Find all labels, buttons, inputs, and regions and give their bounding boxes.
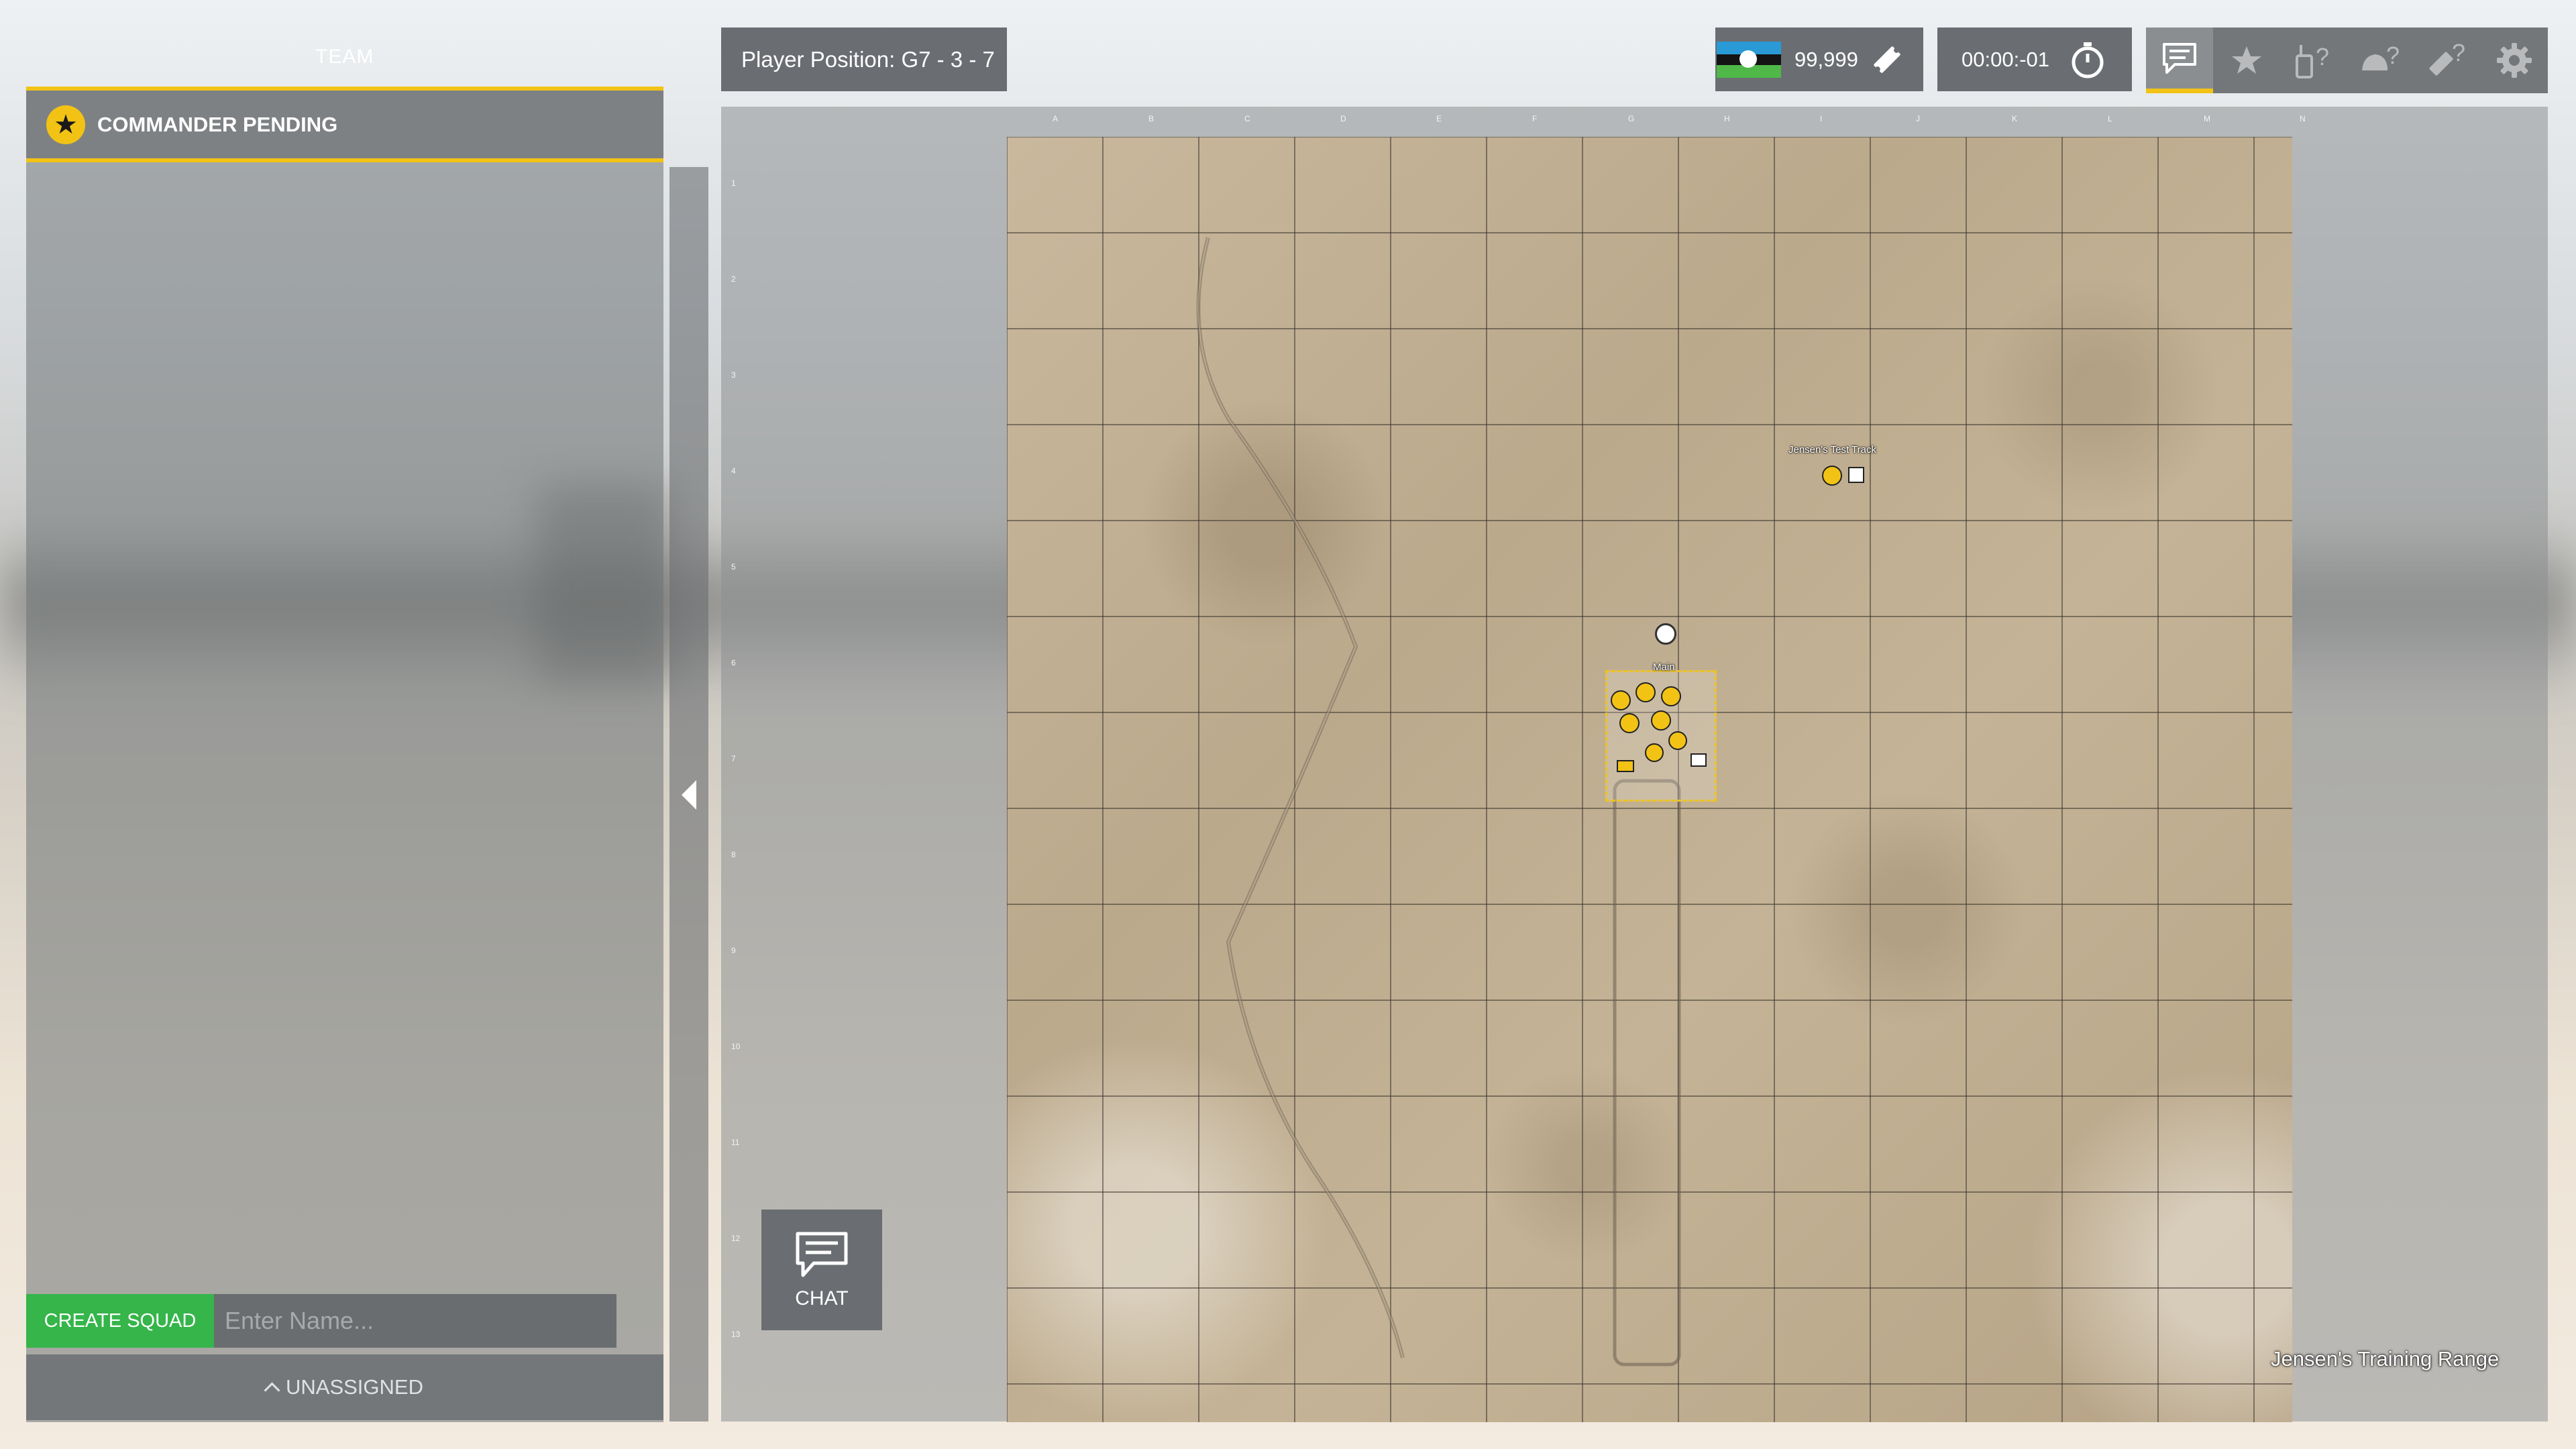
- favorites-tab[interactable]: [2213, 28, 2280, 93]
- map-row-label: 7: [731, 754, 736, 763]
- squad-name-input[interactable]: [214, 1294, 616, 1348]
- chat-icon: [796, 1232, 848, 1277]
- team-tab[interactable]: TEAM: [315, 46, 373, 68]
- timer-value: 00:00:-01: [1962, 47, 2049, 71]
- svg-text:?: ?: [2452, 41, 2465, 66]
- map-column-label: K: [2012, 114, 2018, 123]
- chat-tab[interactable]: [2146, 28, 2213, 93]
- map-row-label: 11: [731, 1138, 740, 1147]
- chat-label: CHAT: [795, 1287, 849, 1309]
- map-row-label: 5: [731, 562, 736, 572]
- map-column-label: H: [1724, 114, 1730, 123]
- map-column-label: L: [2108, 114, 2112, 123]
- create-squad-button[interactable]: CREATE SQUAD: [26, 1294, 214, 1348]
- player-position-marker[interactable]: [1655, 623, 1676, 645]
- map-row-label: 4: [731, 466, 736, 476]
- commander-label: COMMANDER PENDING: [97, 112, 338, 136]
- toolbar: ? ? ?: [2146, 28, 2548, 93]
- player-position: Player Position: G7 - 3 - 7: [721, 28, 1007, 91]
- map-row-label: 12: [731, 1234, 741, 1243]
- tickets-display: 99,999: [1715, 28, 1923, 91]
- map-column-label: F: [1532, 114, 1538, 123]
- map-row-label: 1: [731, 178, 736, 188]
- gear-icon: [2497, 43, 2532, 78]
- unassigned-toggle[interactable]: UNASSIGNED: [26, 1354, 663, 1420]
- svg-text:?: ?: [2316, 43, 2329, 70]
- radio-query-icon: ?: [2295, 43, 2329, 78]
- map-row-label: 3: [731, 370, 736, 380]
- map-row-label: 8: [731, 850, 736, 859]
- ticket-icon: [1874, 46, 1900, 73]
- tickets-value: 99,999: [1794, 47, 1858, 71]
- map-row-label: 2: [731, 274, 736, 284]
- map-row-label: 10: [731, 1042, 741, 1051]
- team-panel: [26, 87, 663, 1422]
- main-base-markers: [1611, 682, 1707, 772]
- helmet-query-icon: ?: [2362, 42, 2400, 70]
- map-column-label: A: [1053, 114, 1059, 123]
- svg-text:?: ?: [2386, 42, 2400, 69]
- faction-flag-icon: [1717, 41, 1781, 78]
- map-column-label: M: [2204, 114, 2210, 123]
- map-column-label: E: [1436, 114, 1442, 123]
- settings-tab[interactable]: [2481, 28, 2548, 93]
- map-column-label: I: [1820, 114, 1823, 123]
- map-column-label: G: [1628, 114, 1635, 123]
- create-squad-row: CREATE SQUAD: [26, 1294, 616, 1348]
- timer-display: 00:00:-01: [1937, 28, 2132, 91]
- star-icon: [2231, 46, 2261, 74]
- map-column-label: J: [1916, 114, 1920, 123]
- commander-star-icon: ★: [46, 105, 85, 144]
- stopwatch-icon: [2072, 42, 2104, 78]
- collapse-arrow-icon[interactable]: [682, 780, 696, 810]
- ticket-query-icon: ?: [2429, 41, 2465, 76]
- chevron-up-icon: [264, 1381, 280, 1399]
- unassigned-label: UNASSIGNED: [286, 1375, 423, 1399]
- squad-help-tab[interactable]: ?: [2347, 28, 2414, 93]
- map-name: Jensen's Training Range: [2271, 1347, 2500, 1371]
- map-column-label: B: [1148, 114, 1155, 123]
- commander-bar[interactable]: ★ COMMANDER PENDING: [26, 87, 663, 162]
- main-base-label: Main: [1653, 661, 1675, 673]
- map-column-label: N: [2300, 114, 2306, 123]
- test-track-label: Jensen's Test Track: [1788, 444, 1876, 455]
- chat-button[interactable]: CHAT: [761, 1210, 882, 1330]
- radio-help-tab[interactable]: ?: [2280, 28, 2347, 93]
- map-column-label: D: [1340, 114, 1346, 123]
- map-column-label: C: [1244, 114, 1250, 123]
- tickets-help-tab[interactable]: ?: [2414, 28, 2481, 93]
- map-row-label: 13: [731, 1330, 741, 1339]
- map-row-label: 6: [731, 658, 736, 667]
- map-canvas[interactable]: Main Jensen's Test Track: [1007, 137, 2292, 1422]
- test-track-markers: [1822, 466, 1864, 486]
- map-row-label: 9: [731, 946, 736, 955]
- chat-icon: [2162, 42, 2196, 74]
